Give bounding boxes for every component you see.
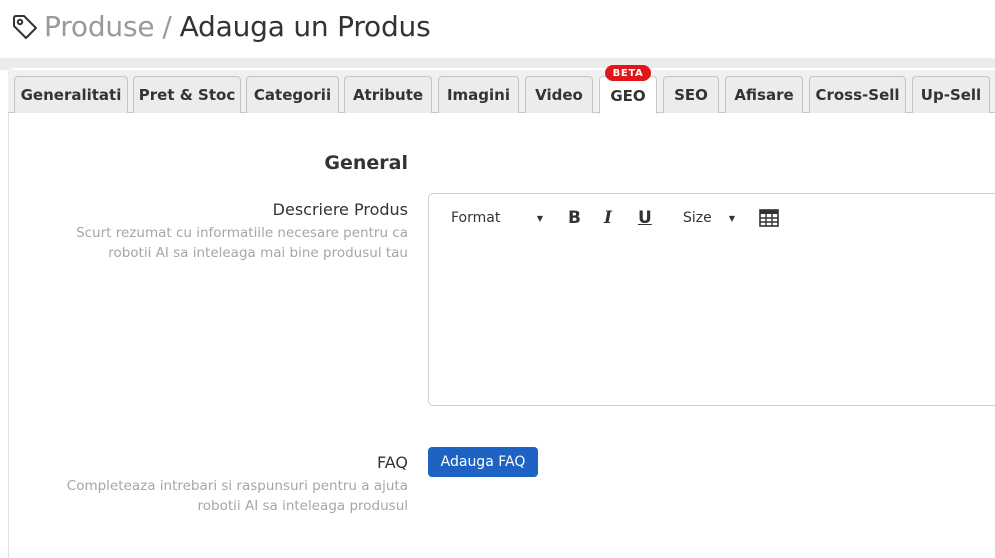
tab-geo[interactable]: GEO xyxy=(599,76,657,114)
tag-icon xyxy=(13,15,37,39)
faq-help: Completeaza intrebari si raspunsuri pent… xyxy=(66,478,408,514)
tab-pret-stoc[interactable]: Pret & Stoc xyxy=(133,76,241,113)
size-label: Size xyxy=(683,210,712,226)
chevron-down-icon: ▼ xyxy=(728,213,735,223)
tab-imagini[interactable]: Imagini xyxy=(438,76,519,113)
table-icon[interactable] xyxy=(759,209,779,227)
tab-video[interactable]: Video xyxy=(525,76,593,113)
tab-atribute[interactable]: Atribute xyxy=(344,76,432,113)
page-header: Produse / Adauga un Produs xyxy=(0,0,995,58)
chevron-down-icon: ▼ xyxy=(536,213,543,223)
breadcrumb-separator: / xyxy=(162,10,172,43)
italic-button[interactable]: I xyxy=(604,208,612,228)
tab-categorii[interactable]: Categorii xyxy=(246,76,339,113)
tab-cross-sell[interactable]: Cross-Sell xyxy=(809,76,906,113)
bold-button[interactable]: B xyxy=(568,208,581,228)
tab-generalitati[interactable]: Generalitati xyxy=(14,76,128,113)
section-title-general: General xyxy=(324,152,408,174)
faq-label: FAQ xyxy=(377,453,408,472)
tab-afisare[interactable]: Afisare xyxy=(725,76,803,113)
size-dropdown[interactable]: Size ▼ xyxy=(683,208,735,228)
description-help: Scurt rezumat cu informatiile necesare p… xyxy=(76,225,408,261)
page-title-current: Adauga un Produs xyxy=(179,10,431,43)
tab-seo[interactable]: SEO xyxy=(663,76,719,113)
tab-up-sell[interactable]: Up-Sell xyxy=(912,76,990,113)
page-title: Produse / Adauga un Produs xyxy=(44,9,431,45)
format-dropdown[interactable]: Format ▼ xyxy=(451,208,543,228)
add-faq-button[interactable]: Adauga FAQ xyxy=(428,447,538,477)
description-label: Descriere Produs xyxy=(272,200,408,219)
underline-button[interactable]: U xyxy=(638,208,652,228)
beta-badge: BETA xyxy=(605,65,651,81)
format-label: Format xyxy=(451,210,501,226)
breadcrumb-produse[interactable]: Produse xyxy=(44,10,155,43)
